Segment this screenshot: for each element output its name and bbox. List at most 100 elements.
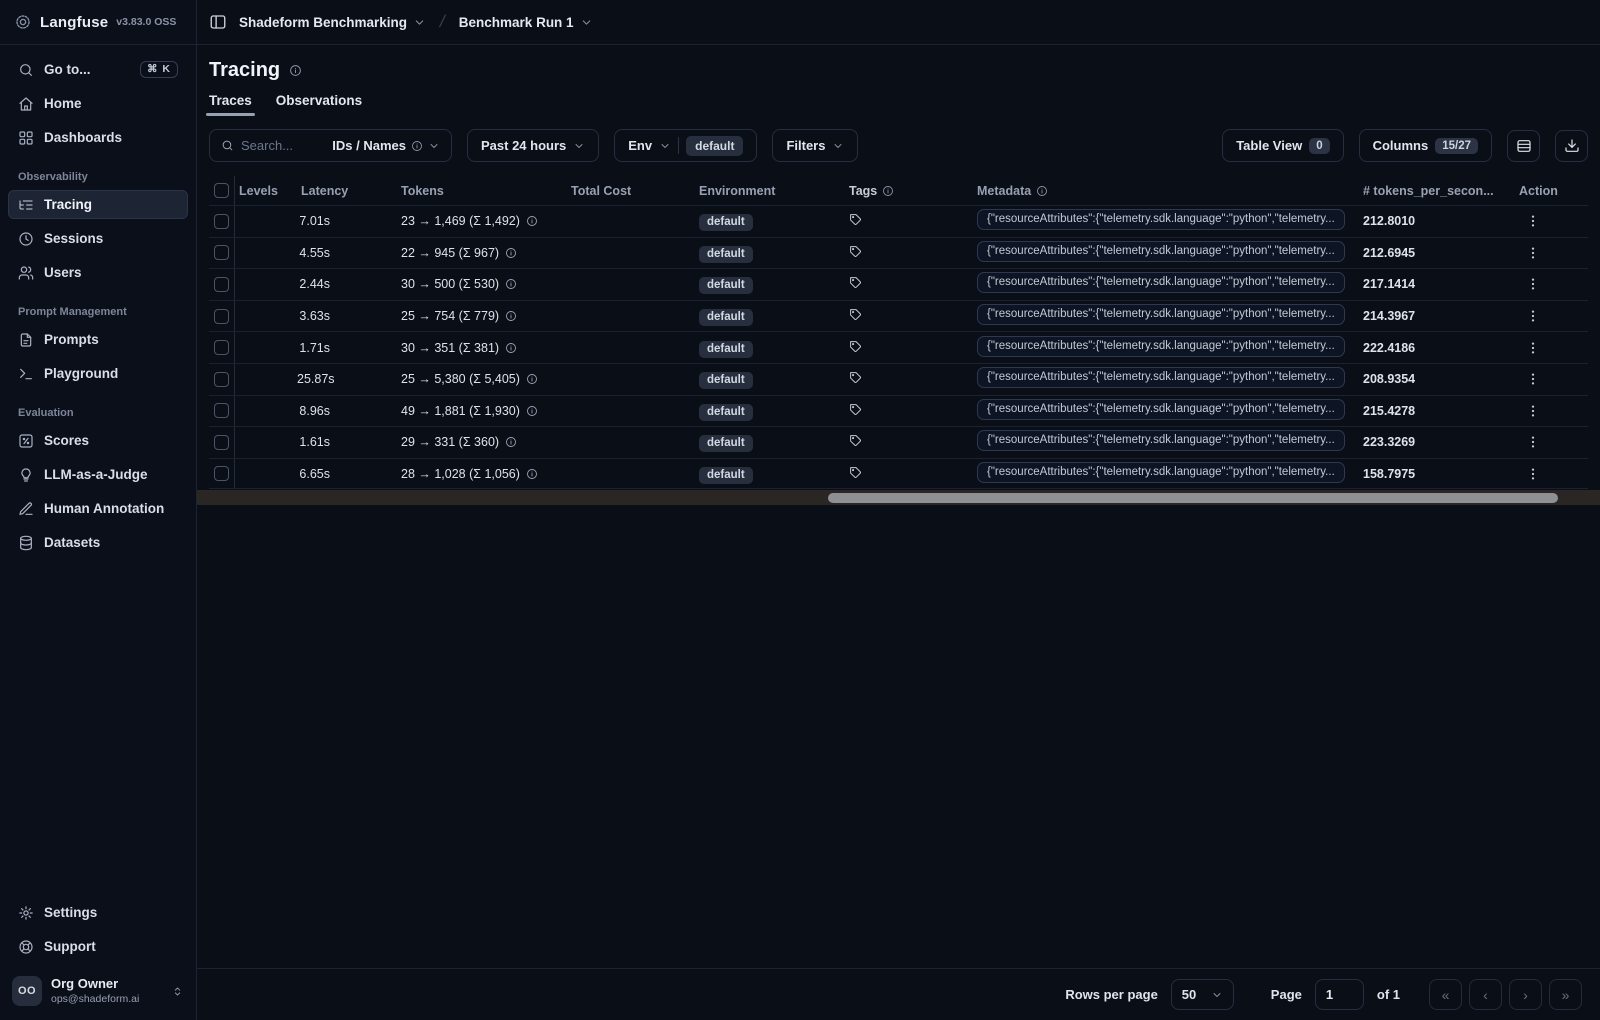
row-actions-menu-icon[interactable] bbox=[1525, 466, 1541, 482]
sidebar-item-datasets[interactable]: Datasets bbox=[8, 528, 188, 557]
next-page-button[interactable]: › bbox=[1509, 979, 1542, 1010]
search-input[interactable] bbox=[241, 138, 317, 153]
tab-observations[interactable]: Observations bbox=[276, 93, 362, 116]
info-icon[interactable] bbox=[526, 405, 538, 417]
sidebar-item-home[interactable]: Home bbox=[8, 89, 188, 118]
time-range-button[interactable]: Past 24 hours bbox=[467, 129, 600, 162]
row-checkbox[interactable] bbox=[214, 403, 229, 419]
tag-icon[interactable] bbox=[849, 371, 862, 384]
tag-icon[interactable] bbox=[849, 403, 862, 416]
row-checkbox[interactable] bbox=[214, 371, 229, 387]
metadata-pill[interactable]: {"resourceAttributes":{"telemetry.sdk.la… bbox=[977, 304, 1345, 326]
info-icon[interactable] bbox=[505, 342, 517, 354]
search-box[interactable]: IDs / Names bbox=[209, 129, 452, 162]
info-icon[interactable] bbox=[505, 310, 517, 322]
sidebar-item-prompts[interactable]: Prompts bbox=[8, 325, 188, 354]
breadcrumb-org[interactable]: Shadeform Benchmarking bbox=[239, 15, 426, 30]
search-mode-dropdown[interactable]: IDs / Names bbox=[332, 138, 440, 153]
info-icon[interactable] bbox=[526, 215, 538, 227]
row-actions-menu-icon[interactable] bbox=[1525, 276, 1541, 292]
filters-button[interactable]: Filters bbox=[772, 129, 859, 162]
table-row[interactable]: 7.01s 23 → 1,469 (Σ 1,492) default {"res… bbox=[209, 205, 1588, 237]
row-actions-menu-icon[interactable] bbox=[1525, 213, 1541, 229]
sidebar-item-human-annotation[interactable]: Human Annotation bbox=[8, 494, 188, 523]
sidebar-item-llm-as-a-judge[interactable]: LLM-as-a-Judge bbox=[8, 460, 188, 489]
row-actions-menu-icon[interactable] bbox=[1525, 403, 1541, 419]
row-actions-menu-icon[interactable] bbox=[1525, 371, 1541, 387]
row-checkbox[interactable] bbox=[214, 340, 229, 356]
row-checkbox[interactable] bbox=[214, 213, 229, 229]
info-icon[interactable] bbox=[505, 247, 517, 259]
info-icon[interactable] bbox=[526, 468, 538, 480]
row-height-button[interactable] bbox=[1507, 129, 1540, 162]
row-actions-menu-icon[interactable] bbox=[1525, 308, 1541, 324]
metadata-pill[interactable]: {"resourceAttributes":{"telemetry.sdk.la… bbox=[977, 335, 1345, 357]
row-checkbox[interactable] bbox=[214, 434, 229, 450]
table-row[interactable]: 1.61s 29 → 331 (Σ 360) default {"resourc… bbox=[209, 426, 1588, 458]
sidebar-item-dashboards[interactable]: Dashboards bbox=[8, 123, 188, 152]
tag-icon[interactable] bbox=[849, 276, 862, 289]
metadata-pill[interactable]: {"resourceAttributes":{"telemetry.sdk.la… bbox=[977, 240, 1345, 262]
sidebar-item-users[interactable]: Users bbox=[8, 258, 188, 287]
sidebar-item-support[interactable]: Support bbox=[8, 932, 188, 961]
tag-icon[interactable] bbox=[849, 466, 862, 479]
rows-per-page-select[interactable]: 50 bbox=[1170, 979, 1234, 1010]
table-row[interactable]: 4.55s 22 → 945 (Σ 967) default {"resourc… bbox=[209, 236, 1588, 269]
tokens-per-second-value: 158.7975 bbox=[1363, 466, 1416, 481]
tag-icon[interactable] bbox=[849, 308, 862, 321]
tag-icon[interactable] bbox=[849, 245, 862, 258]
clock-icon bbox=[18, 231, 34, 247]
row-checkbox[interactable] bbox=[214, 466, 229, 482]
metadata-pill[interactable]: {"resourceAttributes":{"telemetry.sdk.la… bbox=[977, 430, 1345, 452]
info-icon[interactable] bbox=[505, 436, 517, 448]
horizontal-scrollbar-thumb[interactable] bbox=[828, 492, 1558, 503]
table-row[interactable]: 25.87s 25 → 5,380 (Σ 5,405) default {"re… bbox=[209, 362, 1588, 395]
info-icon[interactable] bbox=[505, 278, 517, 290]
sidebar-item-label: Playground bbox=[44, 366, 119, 381]
info-icon[interactable] bbox=[289, 64, 302, 77]
info-icon[interactable] bbox=[526, 373, 538, 385]
table-row[interactable]: 2.44s 30 → 500 (Σ 530) default {"resourc… bbox=[209, 268, 1588, 300]
previous-page-button[interactable]: ‹ bbox=[1469, 979, 1502, 1010]
table-row[interactable]: 1.71s 30 → 351 (Σ 381) default {"resourc… bbox=[209, 331, 1588, 363]
table-row[interactable]: 6.65s 28 → 1,028 (Σ 1,056) default {"res… bbox=[209, 457, 1588, 490]
sidebar-toggle-button[interactable] bbox=[209, 13, 227, 31]
row-actions-menu-icon[interactable] bbox=[1525, 340, 1541, 356]
sidebar-item-tracing[interactable]: Tracing bbox=[8, 190, 188, 219]
page-number-input[interactable] bbox=[1314, 979, 1364, 1010]
table-row[interactable]: 3.63s 25 → 754 (Σ 779) default {"resourc… bbox=[209, 299, 1588, 332]
first-page-button[interactable]: « bbox=[1429, 979, 1462, 1010]
sidebar-item-settings[interactable]: Settings bbox=[8, 898, 188, 927]
pagination-nav: « ‹ › » bbox=[1429, 979, 1582, 1010]
breadcrumb-project[interactable]: Benchmark Run 1 bbox=[459, 15, 593, 30]
metadata-pill[interactable]: {"resourceAttributes":{"telemetry.sdk.la… bbox=[977, 367, 1345, 389]
latency-value: 4.55s bbox=[299, 245, 330, 260]
select-all-checkbox[interactable] bbox=[214, 183, 229, 198]
tag-icon[interactable] bbox=[849, 213, 862, 226]
columns-button[interactable]: Columns 15/27 bbox=[1358, 129, 1492, 162]
horizontal-scrollbar[interactable] bbox=[197, 490, 1600, 506]
sidebar-item-scores[interactable]: Scores bbox=[8, 426, 188, 455]
metadata-pill[interactable]: {"resourceAttributes":{"telemetry.sdk.la… bbox=[977, 398, 1345, 420]
table-row[interactable]: 8.96s 49 → 1,881 (Σ 1,930) default {"res… bbox=[209, 394, 1588, 427]
row-actions-menu-icon[interactable] bbox=[1525, 434, 1541, 450]
export-button[interactable] bbox=[1555, 129, 1588, 162]
sidebar-item-label: LLM-as-a-Judge bbox=[44, 467, 148, 482]
last-page-button[interactable]: » bbox=[1549, 979, 1582, 1010]
account-switcher[interactable]: OO Org Owner ops@shadeform.ai bbox=[0, 966, 196, 1020]
sidebar-item-sessions[interactable]: Sessions bbox=[8, 224, 188, 253]
metadata-pill[interactable]: {"resourceAttributes":{"telemetry.sdk.la… bbox=[977, 461, 1345, 483]
tab-traces[interactable]: Traces bbox=[206, 93, 255, 116]
row-actions-menu-icon[interactable] bbox=[1525, 245, 1541, 261]
environment-filter-button[interactable]: Env default bbox=[614, 129, 758, 162]
tag-icon[interactable] bbox=[849, 434, 862, 447]
sidebar-item-goto[interactable]: Go to... ⌘ K bbox=[8, 55, 188, 84]
row-checkbox[interactable] bbox=[214, 276, 229, 292]
table-view-button[interactable]: Table View 0 bbox=[1222, 129, 1344, 162]
metadata-pill[interactable]: {"resourceAttributes":{"telemetry.sdk.la… bbox=[977, 272, 1345, 294]
sidebar-item-playground[interactable]: Playground bbox=[8, 359, 188, 388]
tag-icon[interactable] bbox=[849, 340, 862, 353]
row-checkbox[interactable] bbox=[214, 245, 229, 261]
metadata-pill[interactable]: {"resourceAttributes":{"telemetry.sdk.la… bbox=[977, 209, 1345, 231]
row-checkbox[interactable] bbox=[214, 308, 229, 324]
